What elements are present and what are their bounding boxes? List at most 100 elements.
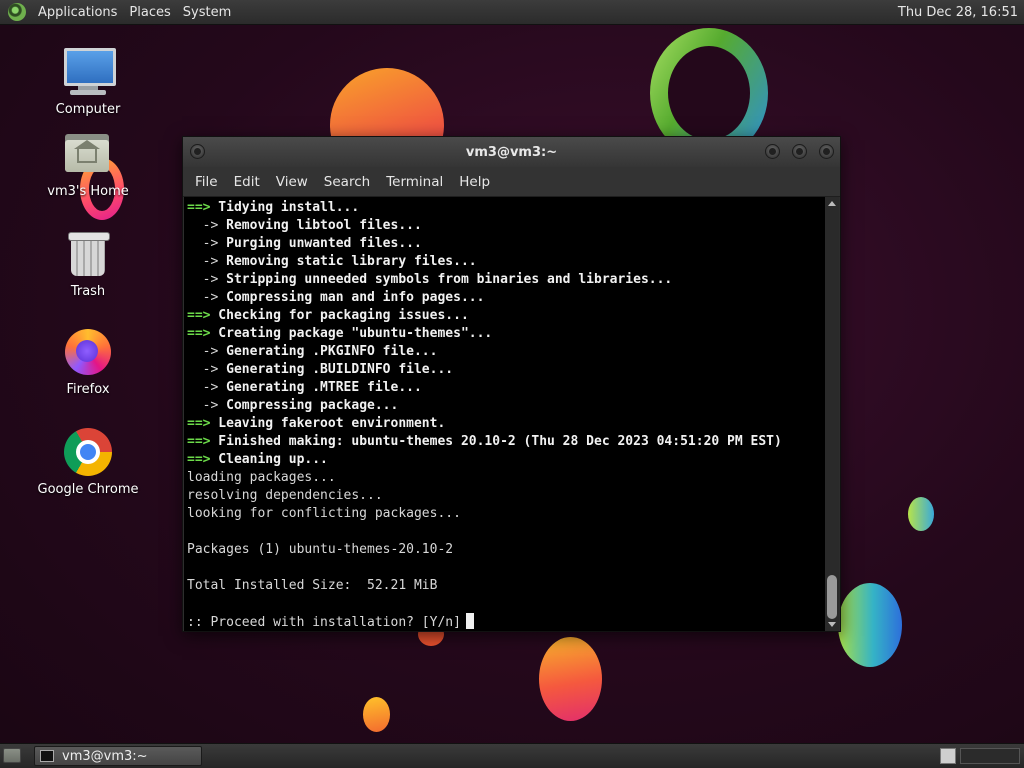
line-text: Generating .MTREE file... [218, 380, 422, 395]
line-prefix: -> [187, 254, 219, 269]
show-desktop-icon[interactable] [3, 748, 21, 763]
scroll-thumb[interactable] [827, 575, 837, 619]
minimize-button[interactable] [765, 144, 780, 159]
desktop-icon-label: Firefox [66, 382, 110, 397]
terminal-line: -> Purging unwanted files... [187, 235, 825, 253]
menu-places[interactable]: Places [123, 5, 176, 20]
terminal-window: vm3@vm3:~ File Edit View Search Terminal… [182, 136, 841, 632]
maximize-button[interactable] [792, 144, 807, 159]
line-prefix: ==> [187, 326, 211, 341]
window-titlebar[interactable]: vm3@vm3:~ [183, 137, 840, 167]
terminal-line: ==> Tidying install... [187, 199, 825, 217]
firefox-icon [62, 326, 114, 378]
line-text: Total Installed Size: 52.21 MiB [187, 578, 438, 593]
line-prefix: ==> [187, 434, 211, 449]
terminal-line: -> Generating .MTREE file... [187, 379, 825, 397]
line-prefix: -> [187, 398, 219, 413]
trash-icon [62, 228, 114, 280]
desktop-icon-computer[interactable]: Computer [28, 46, 148, 117]
close-button[interactable] [819, 144, 834, 159]
menu-search[interactable]: Search [316, 174, 378, 190]
menu-help[interactable]: Help [451, 174, 498, 190]
menu-applications[interactable]: Applications [32, 5, 123, 20]
window-title: vm3@vm3:~ [465, 144, 558, 160]
line-prefix: -> [187, 218, 219, 233]
terminal-line: -> Stripping unneeded symbols from binar… [187, 271, 825, 289]
wallpaper-pink-bubble [539, 637, 602, 721]
line-prefix: ==> [187, 308, 211, 323]
desktop-icon-home[interactable]: vm3's Home [28, 128, 148, 199]
line-text: Tidying install... [210, 200, 360, 215]
line-text: Leaving fakeroot environment. [210, 416, 446, 431]
menu-system[interactable]: System [177, 5, 237, 20]
desktop-icon-chrome[interactable]: Google Chrome [28, 426, 148, 497]
line-text: Removing static library files... [218, 254, 477, 269]
line-text: Packages (1) ubuntu-themes-20.10-2 [187, 542, 454, 557]
desktop-icon-label: Trash [70, 284, 106, 299]
line-text: loading packages... [187, 470, 336, 485]
line-prefix: -> [187, 362, 219, 377]
desktop-icon-label: vm3's Home [47, 184, 129, 199]
menu-terminal[interactable]: Terminal [378, 174, 451, 190]
terminal-line: Packages (1) ubuntu-themes-20.10-2 [187, 541, 825, 559]
workspace-switcher-active[interactable] [940, 748, 956, 764]
line-text: looking for conflicting packages... [187, 506, 461, 521]
terminal-line: -> Compressing package... [187, 397, 825, 415]
line-text: Compressing man and info pages... [218, 290, 485, 305]
terminal-line: ==> Cleaning up... [187, 451, 825, 469]
line-prefix: ==> [187, 452, 211, 467]
terminal-line: -> Removing libtool files... [187, 217, 825, 235]
terminal-prompt-line[interactable]: :: Proceed with installation? [Y/n] [187, 613, 825, 631]
desktop-icon-firefox[interactable]: Firefox [28, 326, 148, 397]
terminal-line: ==> Leaving fakeroot environment. [187, 415, 825, 433]
wallpaper-tiny-bubble [363, 697, 390, 732]
terminal-line: looking for conflicting packages... [187, 505, 825, 523]
line-text: Stripping unneeded symbols from binaries… [218, 272, 673, 287]
line-text: Purging unwanted files... [218, 236, 422, 251]
terminal-line: ==> Checking for packaging issues... [187, 307, 825, 325]
top-panel: Applications Places System Thu Dec 28, 1… [0, 0, 1024, 25]
taskbar-window-button[interactable]: vm3@vm3:~ [34, 746, 202, 766]
line-prefix: ==> [187, 416, 211, 431]
text-cursor [465, 613, 474, 629]
terminal-line: -> Generating .BUILDINFO file... [187, 361, 825, 379]
line-prefix: -> [187, 344, 219, 359]
terminal-icon [40, 750, 54, 762]
desktop-icon-trash[interactable]: Trash [28, 228, 148, 299]
line-prefix: ==> [187, 200, 211, 215]
line-text: Compressing package... [218, 398, 399, 413]
menu-view[interactable]: View [268, 174, 316, 190]
scroll-up-arrow-icon[interactable] [828, 201, 836, 206]
taskbar-window-label: vm3@vm3:~ [62, 748, 148, 764]
home-folder-icon [62, 128, 114, 180]
line-text: Creating package "ubuntu-themes"... [210, 326, 493, 341]
terminal-line: -> Removing static library files... [187, 253, 825, 271]
workspace-switcher[interactable] [960, 748, 1020, 764]
desktop-icon-label: Computer [55, 102, 121, 117]
terminal-prompt: :: Proceed with installation? [Y/n] [187, 615, 461, 630]
line-prefix: -> [187, 236, 219, 251]
terminal-scrollbar[interactable] [825, 197, 839, 631]
chrome-icon [62, 426, 114, 478]
line-text: Generating .BUILDINFO file... [218, 362, 454, 377]
line-prefix: -> [187, 272, 219, 287]
computer-icon [62, 46, 116, 98]
line-text: Removing libtool files... [218, 218, 422, 233]
terminal-line: resolving dependencies... [187, 487, 825, 505]
line-text: Generating .PKGINFO file... [218, 344, 438, 359]
window-menu-icon[interactable] [190, 144, 205, 159]
line-text: Cleaning up... [210, 452, 328, 467]
terminal-line: loading packages... [187, 469, 825, 487]
menu-edit[interactable]: Edit [226, 174, 268, 190]
terminal-output[interactable]: ==> Tidying install... -> Removing libto… [184, 197, 825, 631]
line-text: Checking for packaging issues... [210, 308, 469, 323]
line-text: Finished making: ubuntu-themes 20.10-2 (… [210, 434, 782, 449]
distro-logo-icon[interactable] [8, 3, 26, 21]
terminal-line: -> Compressing man and info pages... [187, 289, 825, 307]
terminal-line: -> Generating .PKGINFO file... [187, 343, 825, 361]
clock[interactable]: Thu Dec 28, 16:51 [898, 5, 1024, 20]
terminal-menubar: File Edit View Search Terminal Help [183, 167, 840, 197]
menu-file[interactable]: File [187, 174, 226, 190]
scroll-down-arrow-icon[interactable] [828, 622, 836, 627]
